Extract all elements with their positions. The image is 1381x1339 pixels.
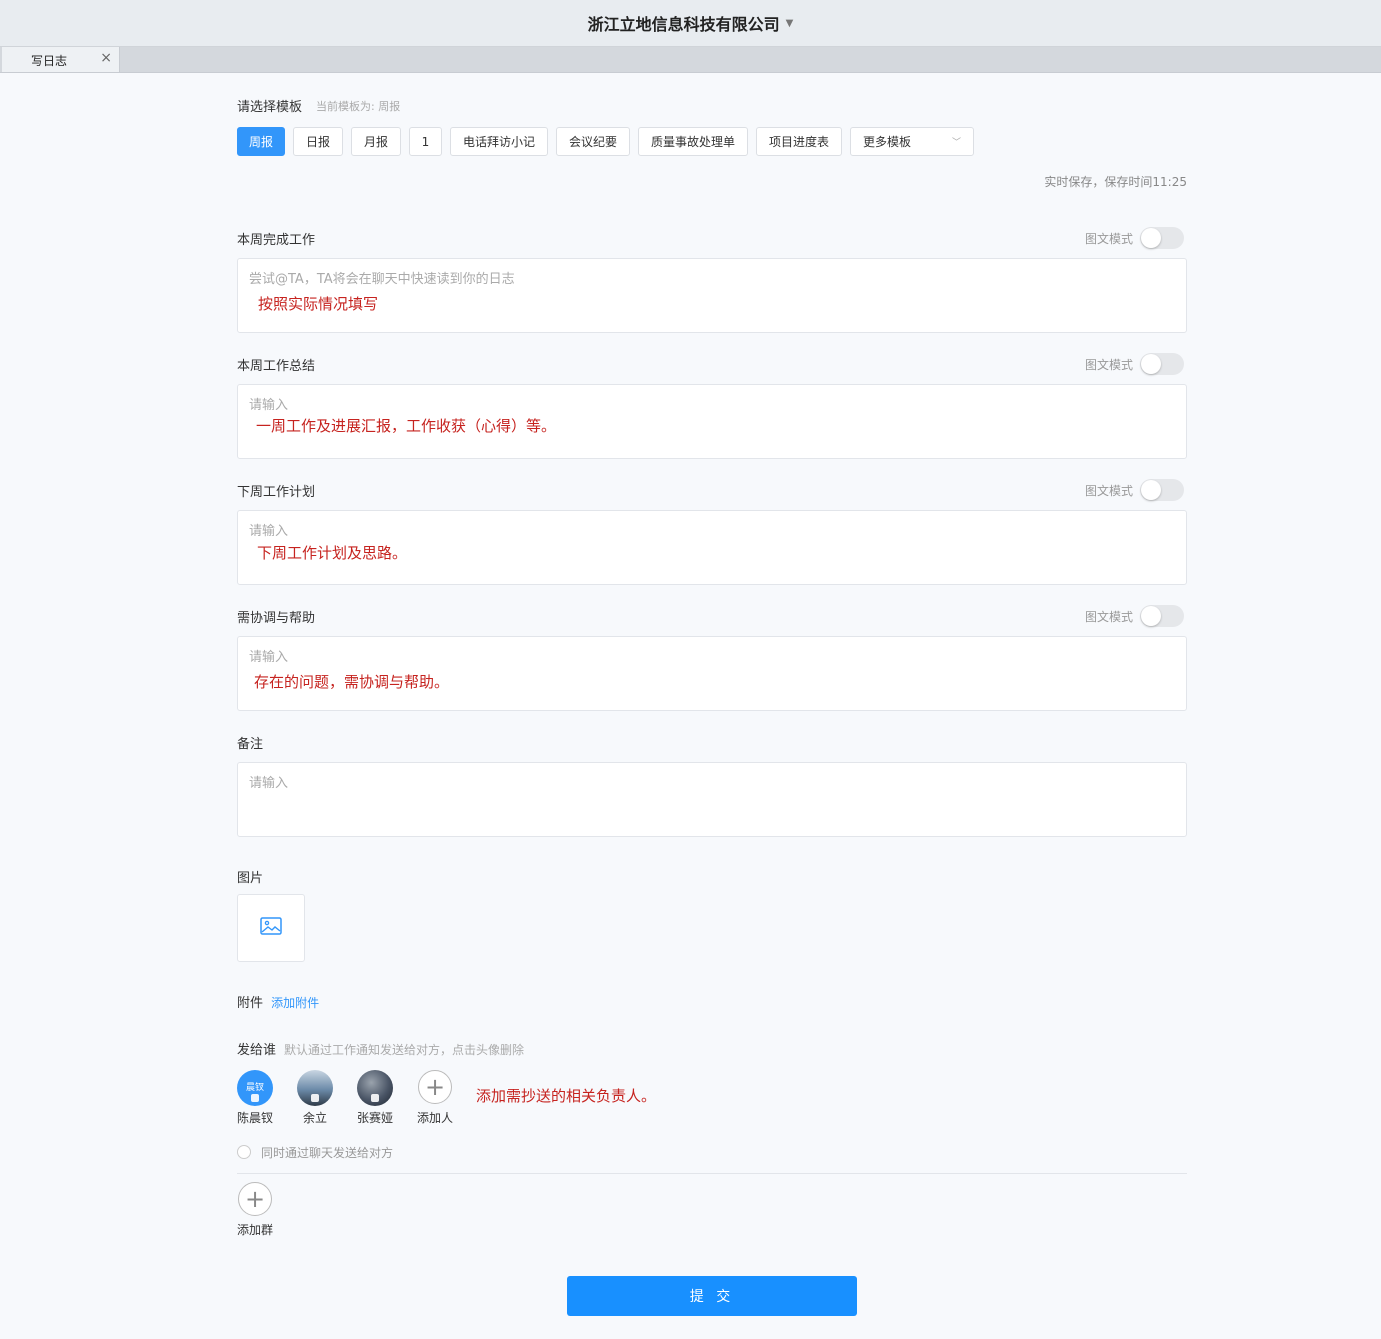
rich-mode-control: 图文模式 [1085, 479, 1185, 501]
section-label-notes: 备注 [237, 737, 264, 752]
next-plan-placeholder: 请输入 [249, 524, 289, 539]
annotation-summary: 一周工作及进展汇报，工作收获（心得）等。 [256, 417, 557, 435]
template-daily-button[interactable]: 日报 [293, 127, 343, 156]
rich-mode-toggle[interactable] [1140, 353, 1185, 375]
help-needed-placeholder: 请输入 [249, 650, 289, 665]
section-label-summary: 本周工作总结 [237, 359, 316, 374]
send-to-hint: 默认通过工作通知发送给对方，点击头像删除 [284, 1043, 525, 1057]
rich-mode-toggle[interactable] [1140, 605, 1185, 627]
add-person[interactable]: + 添加人 [415, 1070, 455, 1126]
template-meeting-button[interactable]: 会议纪要 [556, 127, 630, 156]
add-group[interactable]: + 添加群 [235, 1182, 275, 1238]
template-weekly-button[interactable]: 周报 [237, 127, 285, 156]
attachment-row: 附件 添加附件 [237, 992, 319, 1011]
image-icon [260, 917, 282, 939]
rich-mode-toggle[interactable] [1140, 227, 1185, 249]
avatar-text: 晨钗 [245, 1083, 264, 1093]
rich-mode-label: 图文模式 [1085, 231, 1134, 246]
tab-bar: 写日志 × [0, 47, 1381, 73]
add-attachment-link[interactable]: 添加附件 [271, 996, 319, 1010]
annotation-completed-work: 按照实际情况填写 [258, 295, 379, 313]
tab-write-log[interactable]: 写日志 × [2, 47, 120, 72]
recipient-name: 余立 [302, 1111, 327, 1125]
chevron-down-icon: ﹀ [951, 138, 961, 148]
lock-icon [251, 1094, 259, 1102]
template-phone-visit-button[interactable]: 电话拜访小记 [450, 127, 548, 156]
template-quality-button[interactable]: 质量事故处理单 [638, 127, 748, 156]
section-label-completed-work: 本周完成工作 [237, 233, 316, 248]
rich-mode-control: 图文模式 [1085, 605, 1185, 627]
template-current-hint: 当前模板为: 周报 [316, 100, 401, 113]
recipient[interactable]: 余立 [295, 1070, 335, 1126]
toggle-knob [1141, 228, 1162, 248]
plus-icon[interactable]: + [238, 1182, 272, 1216]
summary-placeholder: 请输入 [249, 398, 289, 413]
template-monthly-button[interactable]: 月报 [351, 127, 401, 156]
rich-mode-control: 图文模式 [1085, 353, 1185, 375]
lock-icon [371, 1094, 379, 1102]
rich-mode-label: 图文模式 [1085, 609, 1134, 624]
completed-work-placeholder: 尝试@TA，TA将会在聊天中快速读到你的日志 [249, 272, 515, 287]
rich-mode-toggle[interactable] [1140, 479, 1185, 501]
recipient-name: 张赛娅 [356, 1111, 393, 1125]
annotation-help-needed: 存在的问题，需协调与帮助。 [254, 673, 450, 691]
template-1-button[interactable]: 1 [409, 127, 442, 156]
toggle-knob [1141, 354, 1162, 374]
add-group-label: 添加群 [236, 1223, 273, 1237]
template-title: 请选择模板 [237, 100, 303, 115]
more-templates-select[interactable]: 更多模板 ﹀ [850, 127, 974, 156]
close-icon[interactable]: × [100, 50, 112, 66]
add-person-label: 添加人 [416, 1111, 453, 1125]
send-to-label: 发给谁 [237, 1043, 277, 1058]
recipient-name: 陈晨钗 [236, 1111, 273, 1125]
plus-icon[interactable]: + [418, 1070, 452, 1104]
avatar[interactable] [297, 1070, 333, 1106]
send-via-chat-radio[interactable] [237, 1145, 251, 1159]
notes-input[interactable]: 请输入 [237, 762, 1187, 837]
image-upload-button[interactable] [237, 894, 305, 962]
divider [237, 1173, 1187, 1174]
completed-work-input[interactable]: 尝试@TA，TA将会在聊天中快速读到你的日志 [237, 258, 1187, 333]
lock-icon [311, 1094, 319, 1102]
attachment-label: 附件 [237, 996, 264, 1011]
toggle-knob [1141, 606, 1162, 626]
section-label-next-plan: 下周工作计划 [237, 485, 316, 500]
send-via-chat-label: 同时通过聊天发送给对方 [261, 1146, 394, 1160]
rich-mode-label: 图文模式 [1085, 357, 1134, 372]
top-bar: 浙江立地信息科技有限公司 ▼ [0, 0, 1381, 47]
recipient[interactable]: 晨钗 陈晨钗 [235, 1070, 275, 1126]
tab-label: 写日志 [31, 54, 68, 68]
chevron-down-icon[interactable]: ▼ [786, 18, 794, 29]
annotation-recipients: 添加需抄送的相关负责人。 [476, 1087, 657, 1105]
submit-button[interactable]: 提 交 [567, 1276, 857, 1316]
avatar[interactable] [357, 1070, 393, 1106]
section-label-help-needed: 需协调与帮助 [237, 611, 316, 626]
recipient[interactable]: 张赛娅 [355, 1070, 395, 1126]
template-progress-button[interactable]: 项目进度表 [756, 127, 842, 156]
notes-placeholder: 请输入 [249, 776, 289, 791]
company-name[interactable]: 浙江立地信息科技有限公司 [588, 11, 780, 35]
rich-mode-control: 图文模式 [1085, 227, 1185, 249]
annotation-next-plan: 下周工作计划及思路。 [257, 544, 408, 562]
toggle-knob [1141, 480, 1162, 500]
images-label: 图片 [237, 871, 264, 886]
save-status: 实时保存，保存时间11:25 [1044, 175, 1187, 189]
avatar[interactable]: 晨钗 [237, 1070, 273, 1106]
more-templates-label: 更多模板 [863, 135, 912, 149]
rich-mode-label: 图文模式 [1085, 483, 1134, 498]
